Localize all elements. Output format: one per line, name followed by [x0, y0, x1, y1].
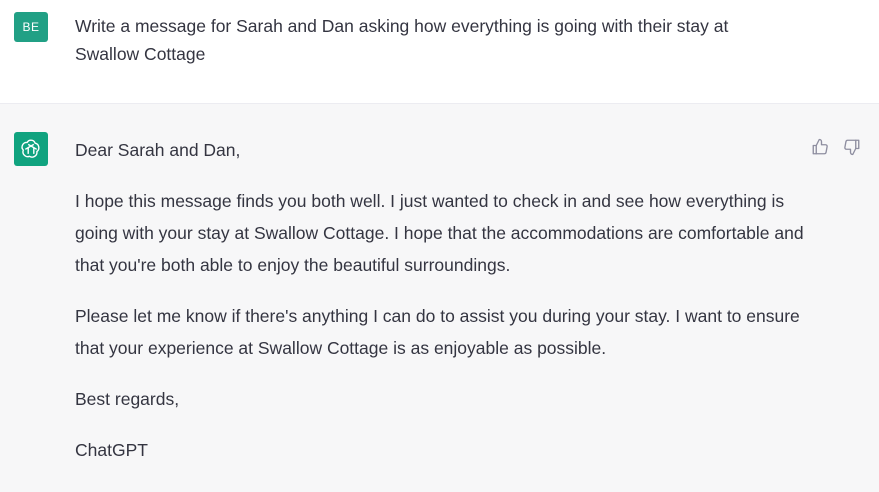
thumbs-up-icon[interactable]	[809, 136, 831, 158]
user-avatar: BE	[14, 12, 48, 42]
message-paragraph: Please let me know if there's anything I…	[75, 306, 800, 358]
user-message-row: BE Write a message for Sarah and Dan ask…	[0, 0, 879, 104]
feedback-buttons	[809, 136, 863, 158]
message-paragraph: I hope this message finds you both well.…	[75, 191, 804, 275]
message-greeting: Dear Sarah and Dan,	[75, 140, 241, 160]
assistant-message-row: Dear Sarah and Dan, I hope this message …	[0, 104, 879, 492]
assistant-message-text: Dear Sarah and Dan, I hope this message …	[75, 134, 805, 485]
message-signature: ChatGPT	[75, 440, 148, 460]
thumbs-down-icon[interactable]	[841, 136, 863, 158]
user-message-text: Write a message for Sarah and Dan asking…	[75, 16, 729, 64]
openai-logo-icon	[14, 132, 48, 166]
message-signoff: Best regards,	[75, 389, 180, 409]
